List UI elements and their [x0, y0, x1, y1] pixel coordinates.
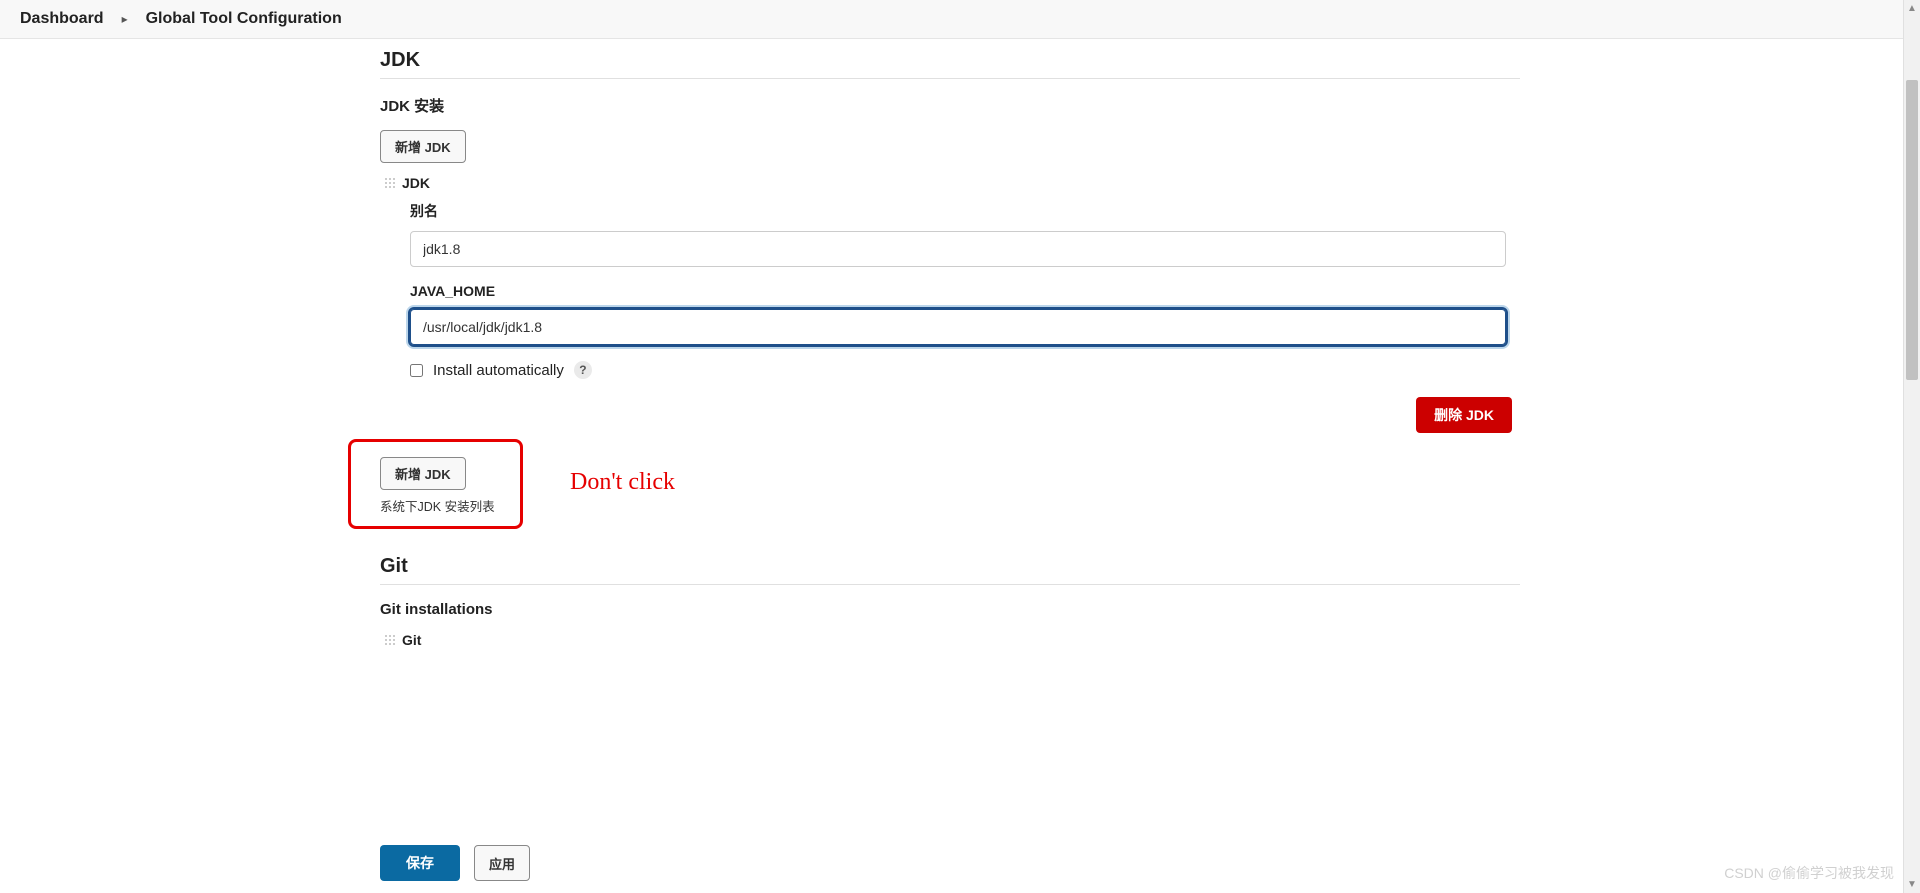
jdk-section-title: JDK [380, 49, 1520, 72]
breadcrumb: Dashboard ▸ Global Tool Configuration [0, 0, 1920, 39]
git-install-heading: Git installations [380, 601, 1520, 618]
git-section-title: Git [380, 555, 1520, 578]
jdk-list-help: 系统下JDK 安装列表 [380, 496, 1520, 515]
vertical-scrollbar[interactable]: ▲ ▼ [1903, 0, 1920, 893]
drag-handle-icon[interactable] [384, 177, 396, 189]
add-jdk-button-top[interactable]: 新增 JDK [380, 130, 466, 163]
breadcrumb-global-tool-config[interactable]: Global Tool Configuration [146, 10, 342, 28]
save-button[interactable]: 保存 [380, 845, 460, 881]
java-home-input[interactable] [410, 309, 1506, 345]
install-auto-checkbox[interactable] [410, 364, 423, 377]
add-jdk-button-bottom[interactable]: 新增 JDK [380, 457, 466, 490]
alias-label: 别名 [410, 201, 1520, 221]
jdk-install-name: JDK [402, 175, 430, 191]
alias-input[interactable] [410, 231, 1506, 267]
divider [380, 584, 1520, 585]
chevron-right-icon: ▸ [122, 12, 128, 26]
scroll-down-arrow-icon[interactable]: ▼ [1904, 876, 1920, 893]
delete-jdk-button[interactable]: 删除 JDK [1416, 397, 1512, 433]
java-home-label: JAVA_HOME [410, 283, 1520, 299]
divider [380, 78, 1520, 79]
git-install-name: Git [402, 632, 421, 648]
help-icon[interactable]: ? [574, 361, 592, 379]
install-auto-label: Install automatically [433, 362, 564, 379]
footer-bar: 保存 应用 [380, 833, 1920, 893]
jdk-install-heading: JDK 安装 [380, 95, 1520, 116]
drag-handle-icon[interactable] [384, 634, 396, 646]
annotation-text: Don't click [570, 469, 675, 496]
breadcrumb-dashboard[interactable]: Dashboard [20, 10, 104, 28]
scroll-up-arrow-icon[interactable]: ▲ [1904, 0, 1920, 17]
scrollbar-thumb[interactable] [1906, 80, 1918, 380]
apply-button[interactable]: 应用 [474, 845, 530, 881]
